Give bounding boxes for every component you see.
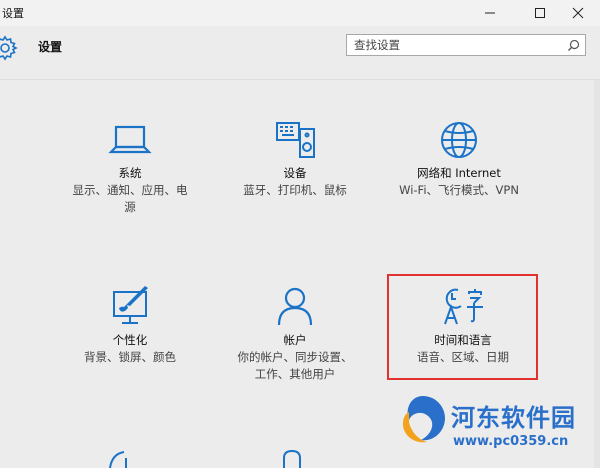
tile-personalization-name: 个性化 (112, 333, 148, 347)
close-icon (572, 7, 584, 19)
header-divider (0, 79, 600, 80)
tile-accounts[interactable]: 帐户 你的帐户、同步设置、 工作、其他用户 (220, 286, 370, 382)
close-button[interactable] (556, 0, 600, 26)
partial-icon-left (109, 451, 127, 468)
globe-icon (441, 122, 477, 158)
watermark: 河东软件园 www.pc0359.cn (395, 390, 595, 464)
page-title: 设置 (38, 40, 63, 54)
tile-system-name: 系统 (118, 166, 142, 180)
search-input[interactable] (347, 35, 564, 55)
window-title: 设置 (2, 7, 24, 20)
tile-accounts-desc-line1: 你的帐户、同步设置、 (237, 350, 353, 364)
watermark-url: www.pc0359.cn (453, 434, 569, 449)
tile-devices-desc-line1: 蓝牙、打印机、鼠标 (243, 183, 347, 197)
gear-icon (0, 35, 18, 61)
watermark-name: 河东软件园 (451, 404, 576, 432)
search-icon[interactable] (567, 39, 580, 52)
tile-system[interactable]: 系统 显示、通知、应用、电 源 (55, 121, 205, 215)
tile-network-desc-line1: Wi-Fi、飞行模式、VPN (399, 183, 519, 197)
tile-network-name: 网络和 Internet (417, 166, 501, 180)
keyboard-speaker-icon (276, 122, 315, 158)
tile-network[interactable]: 网络和 Internet Wi-Fi、飞行模式、VPN (384, 121, 534, 198)
laptop-icon (108, 125, 152, 154)
search-box[interactable] (346, 34, 586, 56)
tile-accounts-desc-line2: 工作、其他用户 (254, 367, 336, 381)
minimize-button[interactable] (468, 0, 512, 26)
tile-devices-name: 设备 (283, 166, 307, 180)
tile-accounts-name: 帐户 (283, 333, 307, 347)
maximize-icon (535, 8, 545, 18)
watermark-logo-icon (403, 396, 445, 443)
paint-brush-icon (113, 286, 148, 324)
tile-devices[interactable]: 设备 蓝牙、打印机、鼠标 (220, 121, 370, 198)
partial-icon-middle (283, 449, 301, 468)
minimize-icon (485, 12, 495, 14)
tile-system-desc-line1: 显示、通知、应用、电 (72, 183, 188, 197)
title-bar: 设置 (0, 0, 600, 26)
person-icon (277, 287, 313, 326)
tile-system-desc-line2: 源 (124, 200, 136, 214)
settings-header: 设置 (0, 30, 600, 62)
tile-personalization-desc-line1: 背景、锁屏、颜色 (84, 350, 176, 364)
highlight-box (387, 274, 538, 380)
tile-personalization[interactable]: 个性化 背景、锁屏、颜色 (55, 286, 205, 365)
